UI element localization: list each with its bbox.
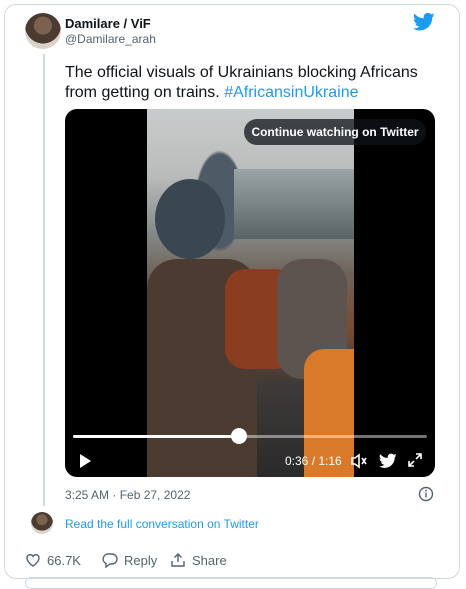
share-button[interactable]: Share <box>170 552 227 568</box>
video-player[interactable] <box>65 109 435 477</box>
play-icon[interactable] <box>77 453 93 469</box>
heart-icon <box>26 554 40 567</box>
read-conversation-link[interactable]: Read the full conversation on Twitter <box>65 517 259 531</box>
info-icon[interactable] <box>418 486 434 502</box>
tweet-text: The official visuals of Ukrainians block… <box>65 63 435 103</box>
video-progress-fill <box>73 435 239 438</box>
like-button[interactable]: 66.7K <box>25 552 81 568</box>
continue-watching-button[interactable]: Continue watching on Twitter <box>244 119 426 145</box>
display-name[interactable]: Damilare / ViF <box>65 16 151 31</box>
twitter-bird-icon[interactable] <box>413 12 435 32</box>
video-frame <box>147 109 354 477</box>
tweet-timestamp[interactable]: 3:25 AM · Feb 27, 2022 <box>65 488 190 502</box>
thread-line <box>43 54 45 506</box>
video-progress-knob[interactable] <box>231 428 247 444</box>
expand-icon[interactable] <box>406 451 424 469</box>
bottom-bar <box>25 577 437 589</box>
share-label: Share <box>192 552 227 568</box>
share-icon <box>171 553 185 567</box>
avatar[interactable] <box>25 13 61 49</box>
twitter-bird-icon[interactable] <box>379 453 397 469</box>
reply-icon <box>102 553 118 568</box>
hashtag-link[interactable]: #AfricansinUkraine <box>224 84 358 101</box>
reply-button[interactable]: Reply <box>102 552 157 568</box>
reply-label: Reply <box>124 552 158 568</box>
avatar[interactable] <box>31 512 53 534</box>
video-time: 0:36 / 1:16 <box>285 454 342 468</box>
like-count: 66.7K <box>47 552 81 568</box>
volume-icon[interactable] <box>350 452 368 470</box>
user-handle[interactable]: @Damilare_arah <box>65 32 156 46</box>
